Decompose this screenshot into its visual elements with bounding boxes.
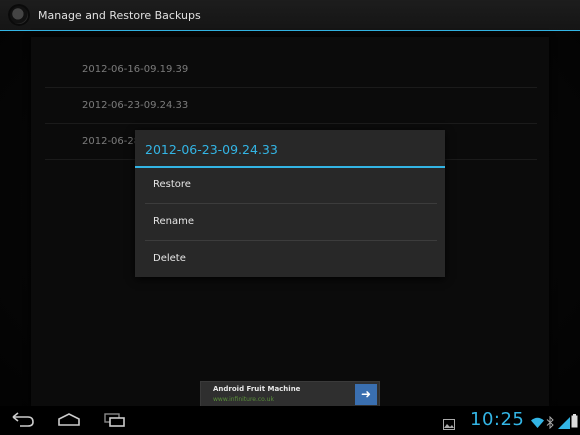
app-title: Manage and Restore Backups [38, 9, 201, 22]
delete-option[interactable]: Delete [145, 242, 437, 278]
wifi-icon [531, 414, 544, 433]
delete-option-label: Delete [153, 253, 186, 264]
dialog-title: 2012-06-23-09.24.33 [145, 142, 278, 157]
backup-options-dialog: 2012-06-23-09.24.33 Restore Rename Delet… [135, 130, 445, 277]
status-clock: 10:25 [470, 409, 525, 430]
home-icon[interactable] [56, 411, 82, 429]
ad-title: Android Fruit Machine [213, 385, 301, 393]
system-bar: 10:25 [0, 406, 580, 435]
battery-icon [571, 413, 578, 432]
recent-apps-icon[interactable] [102, 411, 128, 429]
app-logo-icon[interactable] [8, 4, 30, 26]
restore-option[interactable]: Restore [145, 168, 437, 204]
ad-url: www.infiniture.co.uk [213, 396, 274, 403]
back-icon[interactable] [10, 411, 36, 429]
rename-option[interactable]: Rename [145, 205, 437, 241]
signal-icon [558, 414, 570, 433]
ad-arrow-icon[interactable]: ➜ [355, 384, 377, 405]
ad-banner[interactable]: Android Fruit Machine www.infiniture.co.… [200, 381, 380, 408]
bluetooth-icon [546, 414, 554, 433]
action-bar: Manage and Restore Backups [0, 0, 580, 31]
rename-option-label: Rename [153, 216, 195, 227]
gallery-notification-icon[interactable] [443, 415, 455, 434]
restore-option-label: Restore [153, 179, 191, 190]
